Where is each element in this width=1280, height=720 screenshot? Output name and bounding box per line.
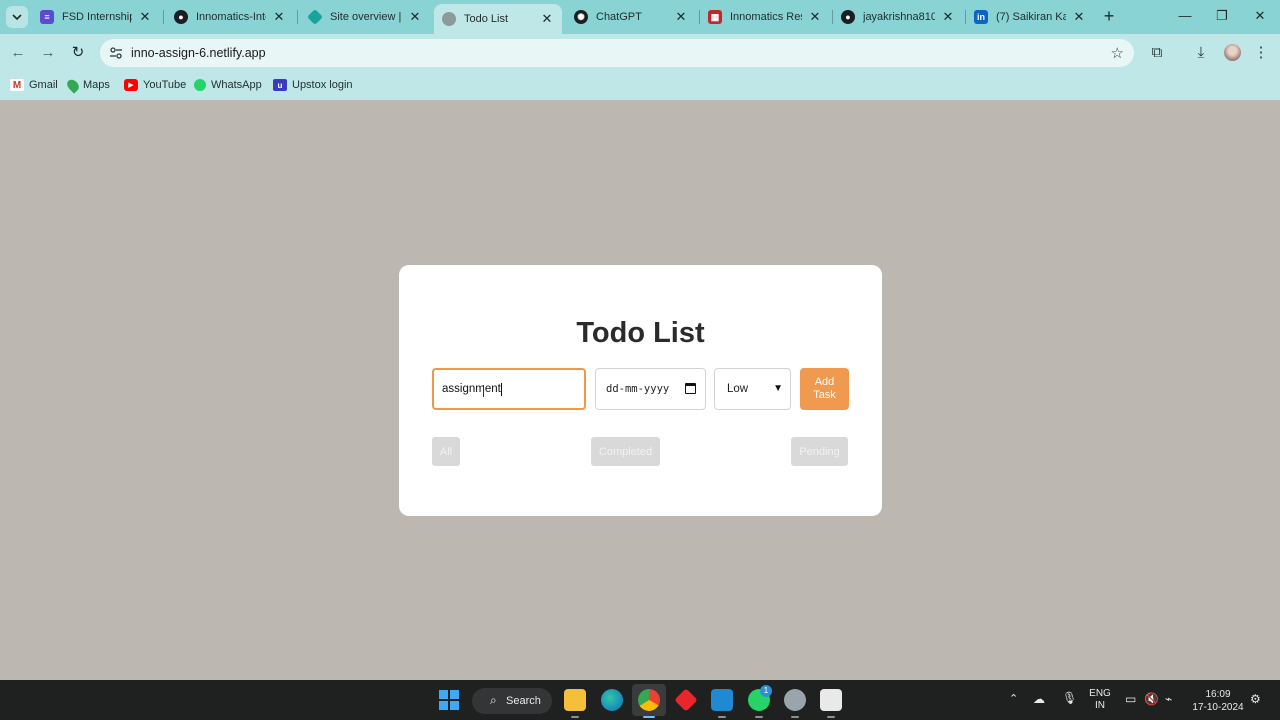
whatsapp-icon	[194, 79, 206, 91]
chrome-icon[interactable]	[638, 689, 660, 711]
close-window-icon[interactable]: ✕	[1252, 8, 1268, 24]
text-caret	[500, 382, 502, 396]
upstox-icon: u	[273, 79, 287, 91]
maps-icon	[64, 76, 82, 94]
notification-badge: 1	[760, 685, 772, 697]
tab-innomatics-research[interactable]: ▦ Innomatics Rese ✕	[700, 4, 830, 30]
globe-icon	[442, 12, 456, 26]
menu-icon[interactable]: ⋮	[1251, 43, 1271, 63]
github-icon: ●	[841, 10, 855, 24]
browser-toolbar: ← → ↻ inno-assign-6.netlify.app ☆ ⧉ ⤓ ⋮	[0, 34, 1280, 72]
add-task-button[interactable]: Add Task	[800, 368, 849, 410]
notifications-icon[interactable]: ⚙	[1250, 692, 1261, 706]
close-tab-icon[interactable]: ✕	[674, 9, 688, 25]
edge-icon[interactable]	[601, 689, 623, 711]
date-placeholder: dd-mm-yyyy	[606, 383, 670, 395]
site-info-icon[interactable]	[108, 45, 124, 61]
task-input[interactable]: assignment	[432, 368, 586, 410]
github-icon: ●	[174, 10, 188, 24]
close-tab-icon[interactable]: ✕	[540, 11, 554, 27]
forward-icon[interactable]: →	[37, 42, 59, 64]
priority-selected-value: Low	[727, 383, 749, 395]
tab-chatgpt[interactable]: ✺ ChatGPT ✕	[566, 4, 696, 30]
filter-completed-button[interactable]: Completed	[591, 437, 660, 466]
close-tab-icon[interactable]: ✕	[808, 9, 822, 25]
settings-gear-icon[interactable]	[784, 689, 806, 711]
address-bar[interactable]: inno-assign-6.netlify.app ☆	[100, 39, 1134, 67]
task-input-value: assignment	[442, 383, 501, 395]
bookmark-upstox[interactable]: u Upstox login	[273, 77, 353, 93]
tab-linkedin[interactable]: in (7) Saikiran Kan ✕	[966, 4, 1094, 30]
tab-strip: ≡ FSD Internship A ✕ ● Innomatics-Inter …	[0, 0, 1280, 34]
close-tab-icon[interactable]: ✕	[138, 9, 152, 25]
clock[interactable]: 16:09 17-10-2024	[1188, 688, 1248, 714]
volume-muted-icon[interactable]: 🔇	[1144, 692, 1159, 706]
close-tab-icon[interactable]: ✕	[272, 9, 286, 25]
language-indicator[interactable]: ENG IN	[1088, 688, 1112, 712]
chevron-down-icon: ▼	[773, 383, 783, 394]
innomatics-icon: ▦	[708, 10, 722, 24]
linkedin-icon: in	[974, 10, 988, 24]
tab-jayakrishna-github[interactable]: ● jayakrishna8103 ✕	[833, 4, 963, 30]
taskbar-search[interactable]: ⌕ Search	[472, 688, 552, 714]
display-icon[interactable]: ▭	[1125, 692, 1136, 706]
gmail-icon: M	[10, 79, 24, 91]
bookmark-whatsapp[interactable]: WhatsApp	[194, 77, 262, 93]
tray-chevron-up-icon[interactable]: ⌃	[1009, 692, 1018, 705]
search-icon: ⌕	[490, 693, 497, 707]
close-tab-icon[interactable]: ✕	[1072, 9, 1086, 25]
snipping-tool-icon[interactable]	[820, 689, 842, 711]
netlify-icon	[307, 9, 323, 25]
todo-card: Todo List assignment dd-mm-yyyy Low ▼ Ad…	[399, 265, 882, 516]
chatgpt-icon: ✺	[574, 10, 588, 24]
chevron-down-icon	[12, 14, 22, 21]
tab-search-button[interactable]	[6, 6, 28, 28]
microphone-icon[interactable]: 🎙	[1062, 691, 1077, 705]
bookmark-youtube[interactable]: ▶ YouTube	[124, 77, 186, 93]
taskbar: ⌕ Search 1 ⌃ ☁ 🎙 ENG IN ▭ 🔇 ⌁ 16:09 17-1…	[0, 680, 1280, 720]
download-icon[interactable]: ⤓	[1191, 43, 1211, 63]
due-date-input[interactable]: dd-mm-yyyy	[595, 368, 706, 410]
filter-pending-button[interactable]: Pending	[791, 437, 848, 466]
file-explorer-icon[interactable]	[564, 689, 586, 711]
bookmark-star-icon[interactable]: ☆	[1111, 44, 1124, 62]
windows-start-icon[interactable]	[438, 689, 460, 711]
tab-fsd-internship[interactable]: ≡ FSD Internship A ✕	[32, 4, 160, 30]
back-icon[interactable]: ←	[7, 42, 29, 64]
bookmarks-bar: M Gmail Maps ▶ YouTube WhatsApp u Upstox…	[0, 72, 1280, 100]
ibeam-cursor-icon	[483, 385, 485, 397]
priority-select[interactable]: Low ▼	[714, 368, 791, 410]
profile-avatar[interactable]	[1224, 44, 1241, 61]
page-title: Todo List	[576, 317, 705, 349]
bookmark-gmail[interactable]: M Gmail	[10, 77, 58, 93]
tab-todo-list[interactable]: Todo List ✕	[434, 4, 562, 34]
tab-site-overview[interactable]: Site overview | in ✕	[300, 4, 430, 30]
vscode-icon[interactable]	[711, 689, 733, 711]
bookmark-maps[interactable]: Maps	[64, 76, 110, 94]
restore-icon[interactable]: ❐	[1214, 8, 1230, 24]
minimize-icon[interactable]: —	[1177, 8, 1193, 23]
close-tab-icon[interactable]: ✕	[941, 9, 955, 25]
close-tab-icon[interactable]: ✕	[408, 9, 422, 25]
url-text: inno-assign-6.netlify.app	[131, 46, 266, 60]
new-tab-button[interactable]: +	[1100, 7, 1118, 25]
extensions-icon[interactable]: ⧉	[1147, 43, 1167, 63]
onedrive-icon[interactable]: ☁	[1033, 692, 1045, 706]
git-app-icon[interactable]	[674, 688, 698, 712]
calendar-icon[interactable]	[685, 383, 696, 394]
battery-icon[interactable]: ⌁	[1165, 692, 1172, 706]
tab-innomatics-internship[interactable]: ● Innomatics-Inter ✕	[166, 4, 294, 30]
reload-icon[interactable]: ↻	[67, 42, 89, 64]
filter-all-button[interactable]: All	[432, 437, 460, 466]
list-icon: ≡	[40, 10, 54, 24]
youtube-icon: ▶	[124, 79, 138, 91]
